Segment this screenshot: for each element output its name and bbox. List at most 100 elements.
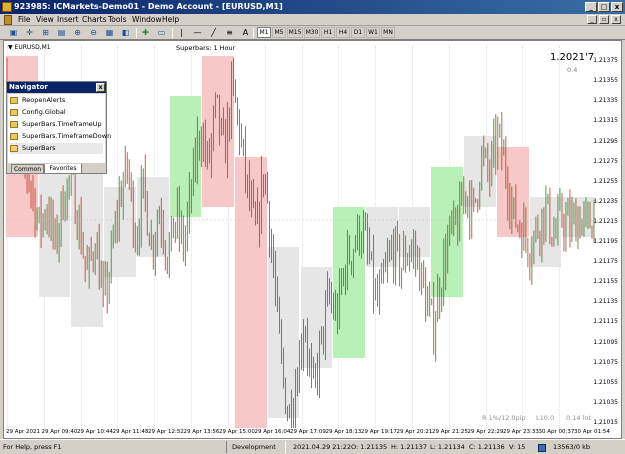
- menu-tools[interactable]: Tools: [108, 14, 126, 26]
- toolbar-separator: [136, 28, 137, 38]
- navigator-panel[interactable]: Navigator x ReopenAlerts Config.Global S…: [6, 81, 111, 174]
- menu-help[interactable]: Help: [162, 14, 179, 26]
- timeframe-h1[interactable]: H1: [321, 27, 335, 38]
- script-icon: [10, 97, 18, 104]
- timeframe-m15[interactable]: M15: [287, 27, 303, 38]
- connection-icon: [538, 444, 546, 452]
- window-title: 923985: ICMarkets-Demo01 - Demo Account …: [14, 2, 283, 11]
- time-tick-label: 29 Apr 21:25: [432, 429, 468, 435]
- time-tick-label: 29 Apr 2021: [6, 429, 41, 435]
- indicator-icon: [10, 145, 18, 152]
- time-tick-label: 29 Apr 22:29: [467, 429, 504, 435]
- tile-windows-icon[interactable]: ▦: [104, 27, 115, 38]
- status-high: H: 1.21137: [391, 443, 428, 451]
- navigator-list[interactable]: ReopenAlerts Config.Global SuperBars.Tim…: [8, 94, 111, 163]
- new-chart-icon[interactable]: ▣: [8, 27, 19, 38]
- price-tick-label: 1.21155: [593, 278, 618, 286]
- profiles-icon[interactable]: ⊞: [40, 27, 51, 38]
- bid-price: 1.2021'7: [550, 52, 595, 63]
- tab-favorites[interactable]: Favorites: [44, 164, 82, 174]
- minimize-button[interactable]: _: [585, 2, 597, 12]
- time-tick-label: 29 Apr 10:44: [77, 429, 113, 435]
- lot-level-label: L10.0: [536, 414, 555, 422]
- channel-icon[interactable]: ≡: [224, 27, 235, 38]
- navigator-item-reopenalerts[interactable]: ReopenAlerts: [10, 95, 65, 106]
- status-open: O: 1.21135: [351, 443, 388, 451]
- time-tick-label: 29 Apr 23:33: [503, 429, 539, 435]
- price-tick-label: 1.21315: [593, 117, 618, 125]
- price-tick-label: 1.21035: [593, 398, 618, 406]
- script-icon: [10, 133, 18, 140]
- navigator-title: Navigator: [9, 83, 48, 91]
- navigator-item-superbars-timeframeup[interactable]: SuperBars.TimeframeUp: [10, 119, 102, 130]
- price-tick-label: 1.21175: [593, 258, 618, 266]
- navigator-title-bar[interactable]: Navigator x: [7, 82, 106, 93]
- time-tick-label: 29 Apr 17:09: [290, 429, 326, 435]
- price-tick-label: 1.21215: [593, 217, 618, 225]
- horizontal-line-icon[interactable]: —: [192, 27, 203, 38]
- zoom-out-icon[interactable]: ⊖: [88, 27, 99, 38]
- price-tick-label: 1.21355: [593, 77, 618, 85]
- navigator-item-superbars[interactable]: SuperBars: [10, 143, 103, 154]
- menu-insert[interactable]: Insert: [57, 14, 79, 26]
- navigator-item-superbars-timeframedown[interactable]: SuperBars.TimeframeDown: [10, 131, 111, 142]
- document-icon[interactable]: [4, 15, 12, 25]
- templates-icon[interactable]: ▭: [156, 27, 167, 38]
- indicator-title: Superbars: 1 Hour: [176, 44, 236, 52]
- text-icon[interactable]: A: [240, 27, 251, 38]
- timeframe-m30[interactable]: M30: [304, 27, 320, 38]
- mdi-minimize-button[interactable]: _: [587, 15, 597, 24]
- price-tick-label: 1.21095: [593, 338, 618, 346]
- timeframe-h4[interactable]: H4: [336, 27, 350, 38]
- price-tick-label: 1.21015: [593, 418, 618, 426]
- status-help: For Help, press F1: [3, 443, 62, 451]
- price-tick-label: 1.21115: [593, 318, 618, 326]
- timeframe-m5[interactable]: M5: [272, 27, 286, 38]
- navigator-icon[interactable]: ◧: [120, 27, 131, 38]
- menu-window[interactable]: Window: [132, 14, 162, 26]
- status-close: C: 1.21136: [469, 443, 505, 451]
- status-volume: V: 15: [509, 443, 526, 451]
- time-tick-label: 29 Apr 16:04: [254, 429, 291, 435]
- menu-view[interactable]: View: [36, 14, 54, 26]
- spread-value: 0.4: [567, 66, 578, 74]
- vertical-line-icon[interactable]: |: [176, 27, 187, 38]
- indicators-icon[interactable]: ✚: [140, 27, 151, 38]
- toolbar-separator: [253, 28, 254, 38]
- toolbar-separator: [172, 28, 173, 38]
- price-tick-label: 1.21375: [593, 57, 618, 65]
- timeframe-mn[interactable]: MN: [381, 27, 395, 38]
- status-profile[interactable]: Development: [232, 442, 276, 453]
- mdi-close-button[interactable]: x: [611, 15, 621, 24]
- timeframe-w1[interactable]: W1: [366, 27, 380, 38]
- trendline-icon[interactable]: ╱: [208, 27, 219, 38]
- timeframe-d1[interactable]: D1: [351, 27, 365, 38]
- menu-bar: File View Insert Charts Tools Window Hel…: [0, 14, 625, 26]
- time-tick-label: 29 Apr 19:17: [361, 429, 397, 435]
- app-icon: [2, 2, 12, 12]
- time-tick-label: 30 Apr 00:37: [538, 429, 575, 435]
- title-bar: 923985: ICMarkets-Demo01 - Demo Account …: [0, 0, 625, 14]
- maximize-button[interactable]: □: [598, 2, 610, 12]
- navigator-item-config-global[interactable]: Config.Global: [10, 107, 66, 118]
- time-tick-label: 29 Apr 11:48: [112, 429, 149, 435]
- symbol-label: ▼ EURUSD,M1: [8, 44, 51, 51]
- status-bar: For Help, press F1 Development 2021.04.2…: [0, 439, 625, 454]
- tab-common[interactable]: Common: [11, 164, 44, 174]
- timeframe-m1[interactable]: M1: [257, 27, 271, 38]
- navigator-close-button[interactable]: x: [96, 83, 105, 92]
- mdi-restore-button[interactable]: ▫: [599, 15, 609, 24]
- script-icon: [10, 121, 18, 128]
- status-datetime: 2021.04.29 21:22: [293, 443, 352, 451]
- price-tick-label: 1.21255: [593, 177, 618, 185]
- price-tick-label: 1.21235: [593, 197, 618, 205]
- status-low: L: 1.21134: [430, 443, 465, 451]
- zoom-in-icon[interactable]: ⊕: [72, 27, 83, 38]
- time-tick-label: 29 Apr 15:00: [219, 429, 255, 435]
- crosshair-icon[interactable]: ✛: [24, 27, 35, 38]
- close-button[interactable]: x: [611, 2, 623, 12]
- menu-file[interactable]: File: [18, 14, 31, 26]
- market-watch-icon[interactable]: ▤: [56, 27, 67, 38]
- script-icon: [10, 109, 18, 116]
- menu-charts[interactable]: Charts: [82, 14, 107, 26]
